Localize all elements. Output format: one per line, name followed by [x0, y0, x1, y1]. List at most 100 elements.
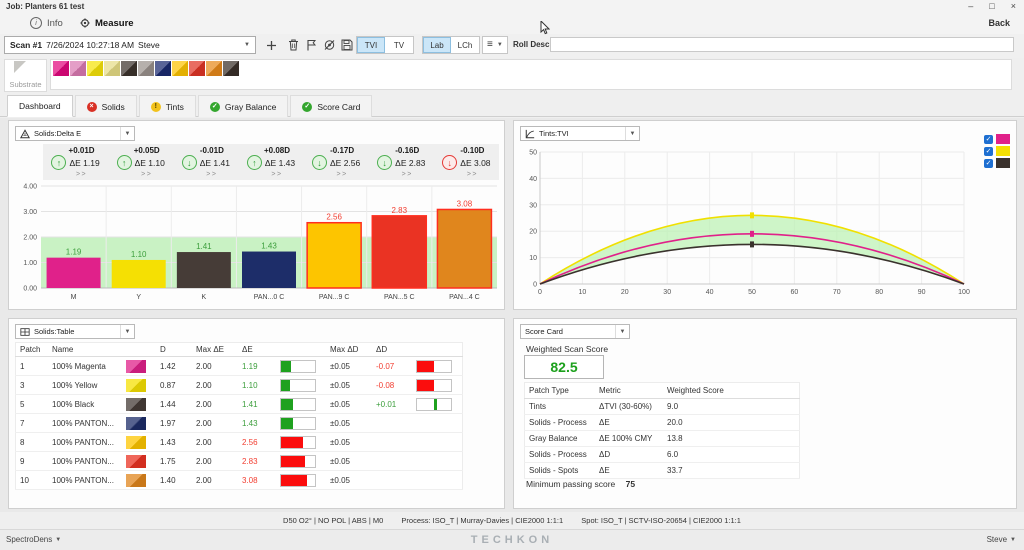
toggle-tvi[interactable]: TVI	[357, 37, 385, 53]
score-cell: ΔTVI (30-60%)	[595, 399, 663, 415]
more-link[interactable]: >>	[381, 171, 434, 178]
max-delta-d: ±0.05	[326, 357, 372, 376]
patch-name: 100% Magenta	[48, 357, 122, 376]
back-button[interactable]: Back	[988, 13, 1010, 33]
delta-d-value: -0.07	[372, 357, 412, 376]
flag-scan-button[interactable]	[302, 36, 320, 54]
table-row[interactable]: 9100% PANTON...1.752.002.83±0.05	[16, 452, 463, 471]
more-link[interactable]: >>	[446, 171, 499, 178]
substrate-patch[interactable]	[87, 61, 103, 76]
density-indicator[interactable]: +0.08D↑ΔE 1.43>>	[238, 144, 303, 180]
more-link[interactable]: >>	[120, 171, 173, 178]
solids-delta-e-selector[interactable]: Solids:Delta E ▼	[15, 126, 135, 141]
score-card-selector[interactable]: Score Card ▼	[520, 324, 630, 339]
table-row[interactable]: 7100% PANTON...1.972.001.43±0.05	[16, 414, 463, 433]
status-warning-icon: !	[151, 102, 161, 112]
status-ok-icon: ✓	[302, 102, 312, 112]
density-indicator[interactable]: -0.17D↓ΔE 2.56>>	[304, 144, 369, 180]
more-link[interactable]: >>	[185, 171, 238, 178]
bar-k[interactable]	[177, 252, 231, 288]
substrate-swatch[interactable]: Substrate	[4, 59, 47, 92]
footer-bar: SpectroDens ▼ TECHKON Steve ▼	[0, 529, 1024, 550]
density-indicator[interactable]: -0.10D↓ΔE 3.08>>	[434, 144, 499, 180]
panel-tints-tvi: Tints:TVI ▼ 0102030405060708090100010203…	[513, 120, 1017, 310]
solids-table-selector[interactable]: Solids:Table ▼	[15, 324, 135, 339]
bar-pan-4-c[interactable]	[437, 209, 491, 288]
add-scan-button[interactable]	[262, 36, 280, 54]
column-header: Patch Type	[525, 383, 596, 399]
maximize-icon[interactable]: □	[989, 0, 994, 13]
bar-pan-5-c[interactable]	[372, 216, 426, 288]
minimum-passing-score-label: Minimum passing score	[526, 479, 615, 489]
substrate-patch[interactable]	[189, 61, 205, 76]
tab-score-card[interactable]: ✓Score Card	[290, 95, 372, 117]
toggle-lch[interactable]: LCh	[451, 37, 479, 53]
more-link[interactable]: >>	[316, 171, 369, 178]
illuminant-conditions: D50 O2° | NO POL | ABS | M0	[283, 516, 383, 525]
density-indicator[interactable]: +0.01D↑ΔE 1.19>>	[43, 144, 108, 180]
legend-checkbox[interactable]: ✓	[984, 135, 993, 144]
arrow-down-icon: ↓	[312, 155, 327, 170]
substrate-patch[interactable]	[104, 61, 120, 76]
legend-checkbox[interactable]: ✓	[984, 159, 993, 168]
max-delta-e: 2.00	[192, 452, 238, 471]
svg-text:3.08: 3.08	[457, 199, 473, 208]
toggle-lab[interactable]: Lab	[423, 37, 451, 53]
user-menu[interactable]: Steve ▼	[987, 530, 1016, 550]
table-row[interactable]: 3100% Yellow0.872.001.10±0.05-0.08	[16, 376, 463, 395]
table-row[interactable]: 1100% Magenta1.422.001.19±0.05-0.07	[16, 357, 463, 376]
scan-select[interactable]: Scan #1 7/26/2024 10:27:18 AM Steve ▼	[4, 36, 256, 54]
density-indicator[interactable]: -0.01D↓ΔE 1.41>>	[173, 144, 238, 180]
options-menu-button[interactable]: ≡ ▼	[482, 36, 508, 54]
tab-label: Solids	[102, 102, 125, 112]
density-indicator[interactable]: -0.16D↓ΔE 2.83>>	[369, 144, 434, 180]
tab-dashboard[interactable]: Dashboard	[7, 95, 73, 117]
patch-swatch	[126, 360, 146, 373]
density-indicator[interactable]: +0.05D↑ΔE 1.10>>	[108, 144, 173, 180]
patch-name: 100% PANTON...	[48, 471, 122, 490]
score-cell: Solids - Spots	[525, 463, 596, 479]
table-row[interactable]: 5100% Black1.442.001.41±0.05+0.01	[16, 395, 463, 414]
substrate-patch[interactable]	[155, 61, 171, 76]
tab-gray-balance[interactable]: ✓Gray Balance	[198, 95, 289, 117]
more-link[interactable]: >>	[250, 171, 303, 178]
delta-e-value: 2.83	[238, 452, 276, 471]
menu-item-info[interactable]: i Info	[30, 13, 63, 33]
substrate-patch[interactable]	[70, 61, 86, 76]
more-link[interactable]: >>	[55, 171, 108, 178]
minimize-icon[interactable]: –	[968, 0, 973, 13]
save-scan-button[interactable]	[338, 36, 356, 54]
delete-scan-button[interactable]	[284, 36, 302, 54]
bar-y[interactable]	[112, 260, 166, 288]
close-icon[interactable]: ×	[1011, 0, 1016, 13]
menu-info-label: Info	[47, 18, 63, 29]
delta-e-value: 1.19	[238, 357, 276, 376]
substrate-patch[interactable]	[223, 61, 239, 76]
substrate-patch[interactable]	[206, 61, 222, 76]
column-header: Weighted Score	[663, 383, 800, 399]
legend-checkbox[interactable]: ✓	[984, 147, 993, 156]
svg-text:60: 60	[791, 289, 799, 296]
substrate-patch[interactable]	[138, 61, 154, 76]
legend-item-black: ✓	[984, 158, 1010, 168]
chevron-down-icon: ▼	[125, 131, 131, 137]
column-header: Name	[48, 343, 122, 357]
toggle-tv[interactable]: TV	[385, 37, 413, 53]
exclude-scan-button[interactable]	[320, 36, 338, 54]
table-row[interactable]: 10100% PANTON...1.402.003.08±0.05	[16, 471, 463, 490]
bar-m[interactable]	[47, 258, 101, 288]
tints-tvi-selector[interactable]: Tints:TVI ▼	[520, 126, 640, 141]
menu-item-measure[interactable]: Measure	[80, 13, 134, 33]
substrate-patch[interactable]	[121, 61, 137, 76]
substrate-patch[interactable]	[53, 61, 69, 76]
lab-lch-toggle: Lab LCh	[422, 36, 480, 54]
arrow-down-icon: ↓	[182, 155, 197, 170]
tab-tints[interactable]: !Tints	[139, 95, 196, 117]
tab-solids[interactable]: ×Solids	[75, 95, 137, 117]
substrate-patch[interactable]	[172, 61, 188, 76]
table-row[interactable]: 8100% PANTON...1.432.002.56±0.05	[16, 433, 463, 452]
roll-desc-input[interactable]	[550, 37, 1014, 52]
title-bar: Job: Planters 61 test – □ ×	[0, 0, 1024, 13]
bar-pan-0-c[interactable]	[242, 252, 296, 288]
bar-pan-9-c[interactable]	[307, 223, 361, 288]
